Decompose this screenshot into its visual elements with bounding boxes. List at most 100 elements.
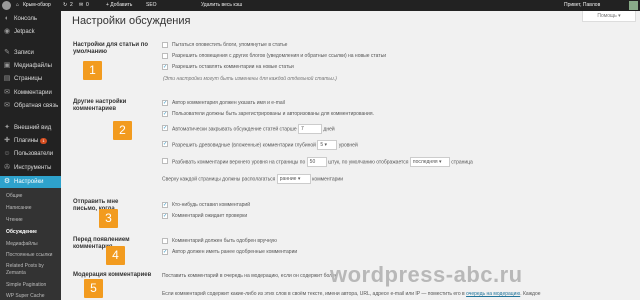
admin-bar: ⌂ Крым-обзор ↻ 2 ✉ 0 + Добавить SEO Удал…: [0, 0, 640, 11]
section-label-comment-moderation: Модерация комментариев: [73, 272, 152, 278]
option-auto-close-row: Автоматически закрывать обсуждение стате…: [172, 124, 335, 134]
seo-badge[interactable]: [162, 0, 164, 11]
threaded-label: Разрешить древовидные (вложенные) коммен…: [172, 142, 316, 149]
auto-close-days-input[interactable]: 7: [298, 124, 323, 134]
submenu-item-general[interactable]: Общие: [6, 193, 22, 199]
comments-icon[interactable]: ✉: [79, 0, 83, 11]
step-marker-2: 2: [113, 121, 132, 140]
option-previously-approved-label: Автор должен иметь ранее одобренные комм…: [172, 249, 298, 255]
sidebar-item-media[interactable]: ▣ Медиафайлы: [0, 60, 61, 72]
thread-depth-select[interactable]: 5 ▾: [317, 140, 338, 150]
submenu-item-super-cache[interactable]: WP Super Cache: [6, 293, 45, 299]
add-new-link[interactable]: + Добавить: [106, 0, 132, 11]
option-allow-comments-label: Разрешить оставлять комментарии на новые…: [172, 64, 294, 70]
paginate-middle: штук, по умолчанию отображается: [328, 159, 409, 166]
brush-icon: ✦: [4, 124, 10, 131]
option-manual-approval-label: Комментарий должен быть одобрен вручную: [172, 238, 277, 244]
sidebar-item-plugins[interactable]: ✚ Плагины 1: [0, 135, 61, 147]
submenu-item-related-posts[interactable]: Related Posts by: [6, 263, 44, 269]
checkbox-notify-blogs[interactable]: [162, 42, 168, 48]
delete-cache-link[interactable]: Удалить весь кэш: [201, 0, 242, 11]
home-icon: ⌂: [16, 2, 20, 8]
sidebar-item-posts[interactable]: ✎ Записи: [0, 47, 61, 59]
page-icon: ▤: [3, 75, 11, 82]
help-tab-button[interactable]: Помощь ▾: [582, 11, 636, 22]
moderation-links-text: Поставить комментарий в очередь на модер…: [162, 273, 338, 279]
sidebar-item-label: Записи: [14, 50, 34, 56]
sidebar-item-feedback[interactable]: ✉ Обратная связь: [0, 100, 61, 112]
checkbox-email-moderation[interactable]: ✓: [162, 213, 168, 219]
submenu-item-media[interactable]: Медиафайлы: [6, 241, 38, 247]
wrench-icon: ✇: [4, 164, 10, 171]
comments-per-page-input[interactable]: 50: [306, 157, 327, 167]
wordpress-logo-icon[interactable]: [2, 1, 11, 10]
comment-order-select[interactable]: ранние ▾: [276, 174, 311, 184]
order-label: Сверху каждой страницы должны располагат…: [162, 176, 276, 183]
sidebar-item-label: Пользователи: [14, 151, 54, 157]
auto-close-unit: дней: [323, 126, 335, 133]
moderation-keywords-lead: Если комментарий содержит какие-либо из …: [162, 291, 465, 297]
step-marker-3: 3: [99, 209, 118, 228]
sidebar-item-settings[interactable]: ⚙ Настройки: [0, 176, 61, 188]
submenu-item-simple-pagination[interactable]: Simple Pagination: [6, 282, 46, 288]
submenu-item-writing[interactable]: Написание: [6, 205, 32, 211]
checkbox-manual-approval[interactable]: [162, 238, 168, 244]
sidebar-item-label: Медиафайлы: [14, 63, 52, 69]
submenu-item-reading[interactable]: Чтение: [6, 217, 23, 223]
sidebar-item-comments[interactable]: ✉ Комментарии: [0, 87, 61, 99]
per-article-note: (Эти настройки могут быть изменены для к…: [163, 76, 337, 82]
plugins-update-count: 1: [40, 138, 47, 144]
sidebar-item-label: Инструменты: [14, 165, 52, 171]
seo-link[interactable]: SEO: [146, 0, 157, 11]
checkbox-threaded-comments[interactable]: ✓: [162, 141, 168, 147]
comments-icon: ✉: [4, 89, 10, 96]
step-marker-4: 4: [106, 246, 125, 265]
plugin-icon: ✚: [4, 137, 10, 144]
checkbox-paginate-comments[interactable]: [162, 158, 168, 164]
moderation-queue-link[interactable]: очередь на модерацию: [466, 291, 520, 297]
checkbox-auto-close[interactable]: ✓: [162, 125, 168, 131]
watermark: wordpress-abc.ru: [330, 262, 523, 287]
account-greeting[interactable]: Привет, Павлов: [564, 0, 600, 11]
checkbox-previously-approved[interactable]: ✓: [162, 249, 168, 255]
auto-close-label: Автоматически закрывать обсуждение стате…: [172, 126, 297, 133]
step-marker-5: 5: [84, 279, 103, 298]
threaded-unit: уровней: [338, 142, 358, 149]
sidebar-item-pages[interactable]: ▤ Страницы: [0, 73, 61, 85]
updates-count[interactable]: 2: [70, 0, 73, 11]
sidebar-item-label: Внешний вид: [14, 125, 52, 131]
checkbox-registered-only[interactable]: ✓: [162, 111, 168, 117]
sidebar-item-users[interactable]: ☺ Пользователи: [0, 148, 61, 160]
site-name-link[interactable]: Крым-обзор: [23, 0, 51, 11]
option-email-any-comment-label: Кто-нибудь оставил комментарий: [172, 202, 251, 208]
comments-count[interactable]: 0: [86, 0, 89, 11]
sidebar-item-label: Плагины 1: [14, 135, 47, 147]
paginate-label: Разбивать комментарии верхнего уровня на…: [172, 159, 306, 166]
sidebar-item-tools[interactable]: ✇ Инструменты: [0, 162, 61, 174]
checkbox-require-name-email[interactable]: ✓: [162, 100, 168, 106]
sidebar-item-label: Консоль: [14, 16, 38, 22]
sidebar-item-jetpack[interactable]: ◉ Jetpack: [0, 26, 61, 38]
pin-icon: ✎: [4, 49, 10, 56]
checkbox-email-any-comment[interactable]: ✓: [162, 202, 168, 208]
option-email-moderation-label: Комментарий ожидает проверки: [172, 213, 248, 219]
dashboard-icon: ◐: [4, 15, 10, 22]
moderation-keywords-end: . Каждое: [520, 291, 541, 297]
sidebar-item-appearance[interactable]: ✦ Внешний вид: [0, 122, 61, 134]
option-allow-pingbacks-label: Разрешить оповещения с других блогов (ув…: [172, 53, 386, 59]
option-registered-only-label: Пользователи должны быть зарегистрирован…: [172, 111, 374, 117]
settings-submenu: Общие Написание Чтение Обсуждение Медиаф…: [0, 188, 61, 300]
checkbox-allow-pingbacks[interactable]: [162, 53, 168, 59]
media-icon: ▣: [3, 62, 11, 69]
default-page-select[interactable]: последняя ▾: [409, 157, 450, 167]
submenu-item-related-posts-line2[interactable]: Zemanta: [6, 270, 26, 276]
submenu-item-discussion[interactable]: Обсуждение: [6, 229, 37, 235]
sidebar-item-dashboard[interactable]: ◐ Консоль: [0, 13, 61, 25]
comments-badge[interactable]: [91, 0, 93, 11]
updates-icon[interactable]: ↻: [63, 0, 67, 11]
avatar[interactable]: [629, 1, 638, 10]
checkbox-allow-comments[interactable]: ✓: [162, 64, 168, 70]
submenu-item-permalinks[interactable]: Постоянные ссылки: [6, 252, 52, 258]
sidebar-item-label: Обратная связь: [14, 103, 59, 109]
sidebar-item-label: Настройки: [14, 179, 44, 185]
